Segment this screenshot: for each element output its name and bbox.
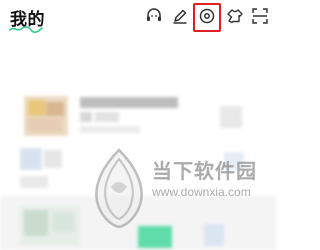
- watermark-text: 当下软件园: [152, 159, 257, 183]
- watermark: 当下软件园 www.downxia.com: [88, 147, 274, 247]
- theme-icon[interactable]: [225, 6, 245, 26]
- title-squiggle-decoration: [9, 26, 43, 33]
- watermark-logo-icon: [95, 148, 143, 229]
- headset-icon[interactable]: [144, 6, 164, 26]
- scan-icon[interactable]: [250, 6, 270, 26]
- watermark-url: www.downxia.com: [152, 185, 251, 199]
- settings-highlight-box: [193, 3, 221, 32]
- edit-icon[interactable]: [170, 6, 190, 26]
- header-bar: 我的: [0, 0, 276, 40]
